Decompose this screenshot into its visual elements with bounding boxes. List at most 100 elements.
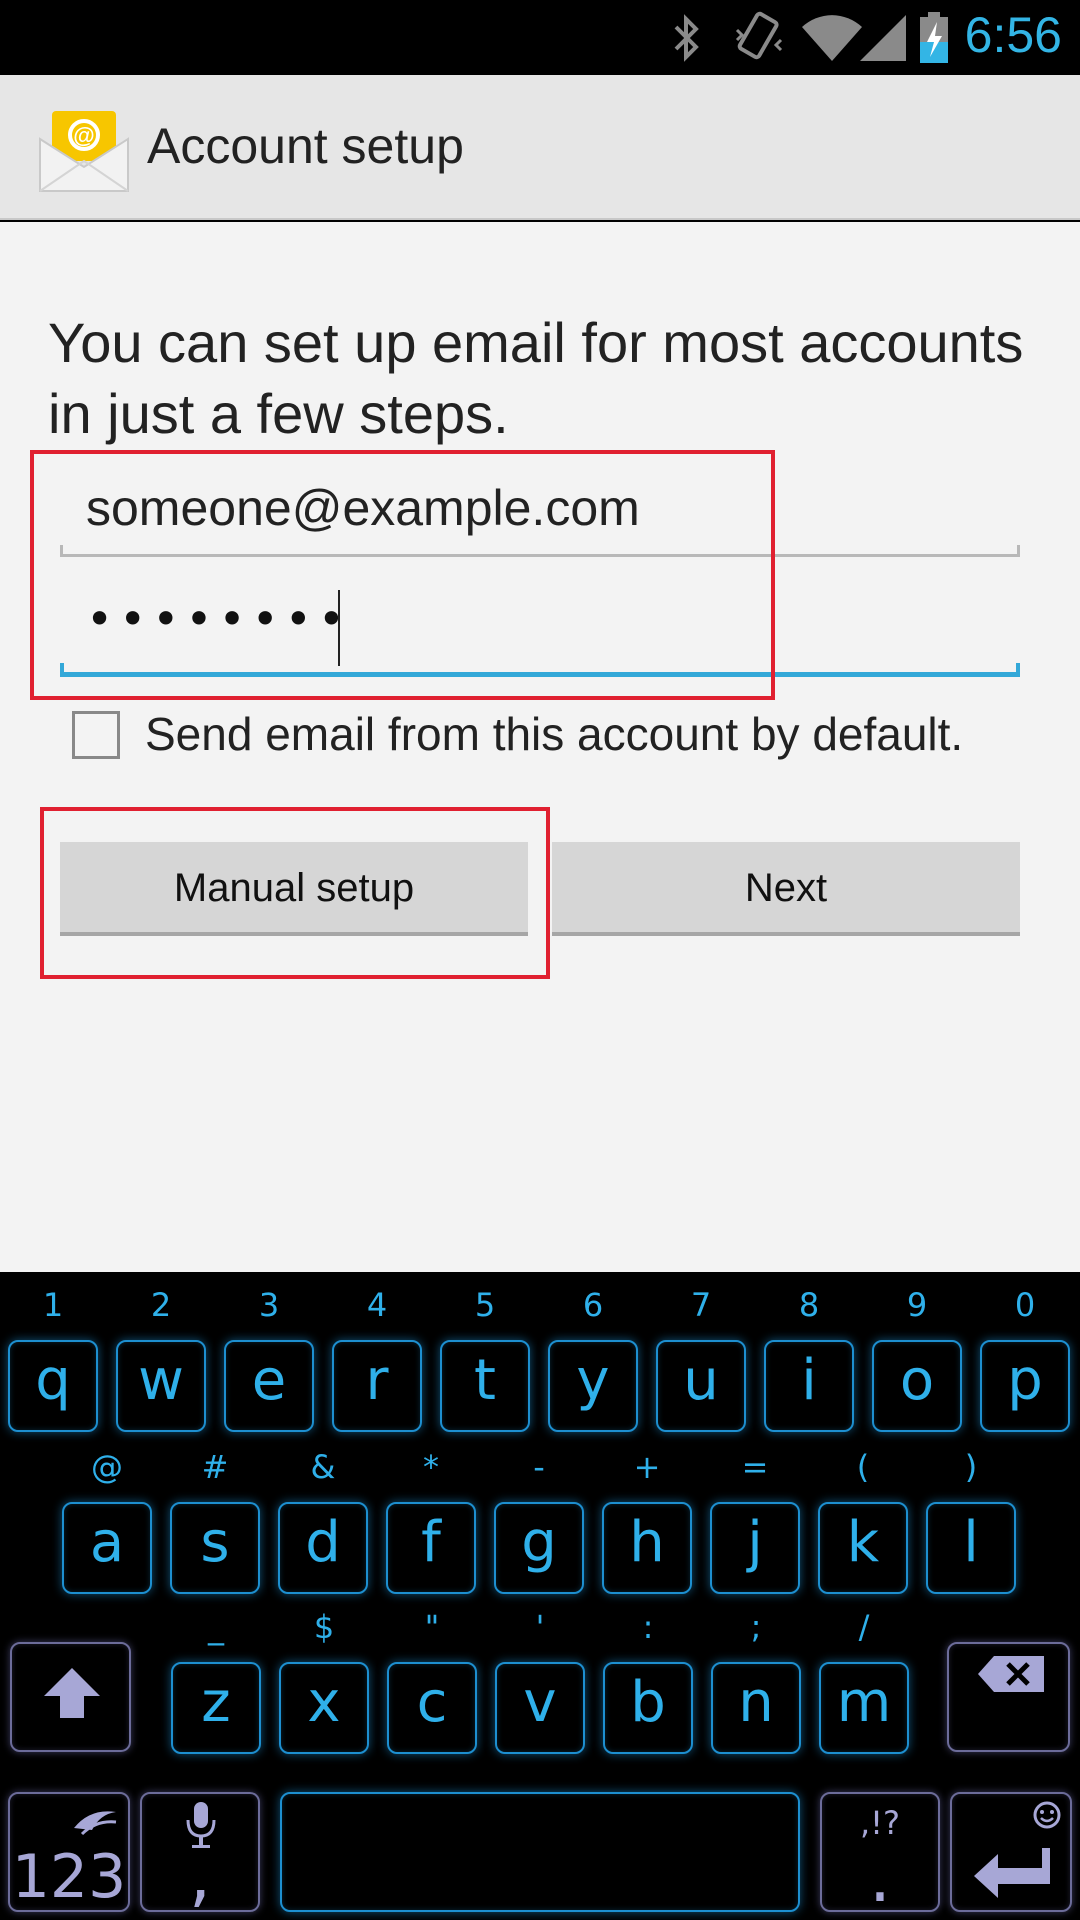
signal-icon — [860, 15, 906, 61]
key-hint: : — [642, 1608, 654, 1646]
key-u[interactable]: 7u — [656, 1286, 746, 1432]
key-label: r — [365, 1348, 389, 1413]
key-label: j — [747, 1510, 763, 1575]
key-hint: 0 — [1014, 1286, 1036, 1324]
backspace-key[interactable] — [947, 1642, 1070, 1752]
key-label: d — [305, 1510, 341, 1575]
status-time: 6:56 — [964, 7, 1062, 63]
key-e[interactable]: 3e — [224, 1286, 314, 1432]
key-hint: ' — [535, 1608, 545, 1646]
key-f[interactable]: * f — [386, 1448, 476, 1594]
key-hint: 3 — [258, 1286, 280, 1324]
key-label: g — [521, 1510, 557, 1575]
key-l[interactable]: ) l — [926, 1448, 1016, 1594]
key-t[interactable]: 5t — [440, 1286, 530, 1432]
key-b[interactable]: :b — [603, 1608, 693, 1754]
wifi-icon — [802, 15, 862, 61]
key-hint: ( — [856, 1448, 870, 1486]
key-hint: ; — [750, 1608, 762, 1646]
page-title: Account setup — [147, 118, 464, 174]
numbers-key[interactable]: 123 — [8, 1792, 130, 1912]
key-o[interactable]: 9o — [872, 1286, 962, 1432]
default-account-label: Send email from this account by default. — [145, 708, 964, 760]
key-a[interactable]: @ a — [62, 1448, 152, 1594]
key-hint: _ — [208, 1608, 224, 1646]
key-hint: - — [533, 1448, 545, 1486]
comma-key[interactable]: , — [140, 1792, 260, 1916]
key-w[interactable]: 2w — [116, 1286, 206, 1432]
key-z[interactable]: _ z — [171, 1608, 261, 1754]
status-bar: 6:56 — [0, 0, 1080, 75]
key-hint: 7 — [690, 1286, 712, 1324]
key-label: b — [630, 1670, 666, 1735]
emoji-icon — [1033, 1801, 1061, 1829]
key-hint: ) — [964, 1448, 978, 1486]
key-x[interactable]: $ x — [279, 1608, 369, 1754]
comma-key-label: , — [188, 1834, 212, 1916]
key-m[interactable]: / m — [819, 1608, 909, 1754]
key-d[interactable]: & d — [278, 1448, 368, 1594]
key-label: p — [1007, 1348, 1043, 1413]
key-label: t — [474, 1348, 496, 1413]
key-hint: 6 — [582, 1286, 604, 1324]
key-hint: # — [201, 1448, 229, 1486]
intro-text: You can set up email for most accounts i… — [48, 311, 1024, 445]
key-label: h — [629, 1510, 665, 1575]
key-label: o — [899, 1348, 935, 1413]
key-label: a — [89, 1510, 125, 1575]
key-label: c — [416, 1670, 448, 1735]
key-label: m — [836, 1670, 892, 1735]
key-c[interactable]: " c — [387, 1608, 477, 1754]
key-q[interactable]: 1q — [8, 1286, 98, 1432]
backspace-icon — [978, 1656, 1044, 1692]
key-hint: * — [423, 1448, 439, 1486]
key-label: v — [523, 1670, 557, 1735]
key-i[interactable]: 8i — [764, 1286, 854, 1432]
key-hint: + — [633, 1448, 661, 1486]
key-label: s — [200, 1510, 230, 1575]
highlight-credentials — [30, 450, 775, 700]
key-g[interactable]: -g — [494, 1448, 584, 1594]
key-label: x — [307, 1670, 341, 1735]
key-k[interactable]: (k — [818, 1448, 908, 1594]
key-hint: = — [741, 1448, 769, 1486]
key-hint: " — [424, 1608, 440, 1646]
key-p[interactable]: 0p — [980, 1286, 1070, 1432]
period-key[interactable]: ,!? . — [820, 1792, 940, 1918]
key-label: u — [683, 1348, 719, 1413]
key-h[interactable]: + h — [602, 1448, 692, 1594]
numbers-key-label: 123 — [11, 1842, 127, 1912]
key-label: z — [201, 1670, 231, 1735]
enter-key[interactable] — [950, 1792, 1072, 1912]
shift-key[interactable] — [10, 1642, 131, 1752]
shift-icon — [44, 1668, 100, 1718]
account-setup-form: You can set up email for most accounts i… — [0, 222, 1080, 1272]
next-button[interactable]: Next — [552, 842, 1020, 936]
enter-icon — [974, 1848, 1050, 1898]
key-hint: / — [858, 1608, 870, 1646]
vibrate-icon — [735, 11, 783, 60]
bluetooth-icon — [674, 14, 699, 62]
key-s[interactable]: # s — [170, 1448, 260, 1594]
soft-keyboard: 1q2w3e4r5t6y7u8i9o0p @ a # s & d * f - g + h = j(k) l … — [0, 1272, 1080, 1920]
key-y[interactable]: 6y — [548, 1286, 638, 1432]
key-n[interactable]: ; n — [711, 1608, 801, 1754]
highlight-manual-setup — [40, 807, 550, 979]
key-label: n — [738, 1670, 774, 1735]
space-key[interactable] — [280, 1792, 800, 1912]
key-label: k — [846, 1510, 880, 1575]
key-j[interactable]: = j — [710, 1448, 800, 1594]
key-label: q — [35, 1348, 71, 1413]
key-v[interactable]: ' v — [495, 1608, 585, 1754]
period-key-label: . — [868, 1836, 892, 1918]
key-label: l — [963, 1510, 979, 1575]
key-hint: 4 — [366, 1286, 388, 1324]
key-label: e — [251, 1348, 287, 1413]
key-r[interactable]: 4r — [332, 1286, 422, 1432]
key-hint: 5 — [474, 1286, 496, 1324]
svg-text:@: @ — [73, 123, 94, 148]
key-label: i — [801, 1348, 817, 1413]
key-hint: 1 — [42, 1286, 64, 1324]
default-account-checkbox[interactable] — [72, 711, 120, 759]
key-hint: 8 — [798, 1286, 820, 1324]
